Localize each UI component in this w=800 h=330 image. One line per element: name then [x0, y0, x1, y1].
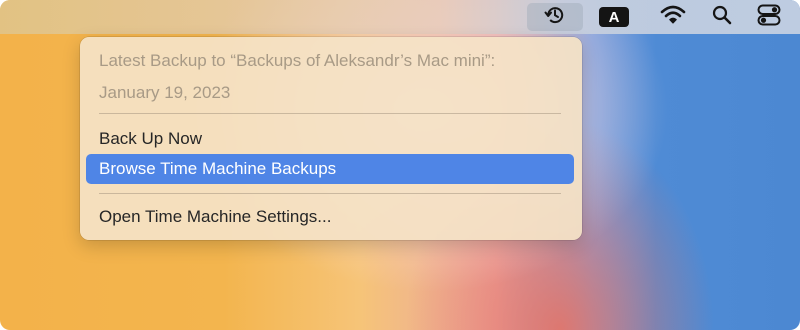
time-machine-menu-extra[interactable]: [527, 3, 583, 31]
spotlight-menu-extra[interactable]: [708, 3, 736, 31]
input-source-menu-extra[interactable]: A: [596, 3, 632, 31]
wifi-menu-extra[interactable]: [658, 3, 688, 31]
latest-backup-date: January 19, 2023: [99, 83, 231, 102]
control-center-icon: [757, 4, 781, 31]
browse-backups-label: Browse Time Machine Backups: [99, 159, 337, 178]
search-icon: [712, 5, 732, 30]
menu-separator: [99, 193, 561, 194]
menu-bar: A: [0, 0, 800, 34]
control-center-menu-extra[interactable]: [754, 3, 784, 31]
menu-separator: [99, 113, 561, 114]
open-settings-menu-item[interactable]: Open Time Machine Settings...: [99, 207, 331, 227]
time-machine-menu: Latest Backup to “Backups of Aleksandr’s…: [80, 37, 582, 240]
input-source-icon: A: [599, 7, 629, 27]
latest-backup-label: Latest Backup to “Backups of Aleksandr’s…: [99, 51, 496, 70]
back-up-now-menu-item[interactable]: Back Up Now: [99, 129, 202, 149]
time-machine-icon: [544, 4, 566, 31]
desktop: A Latest Backup to “Backups of Aleksandr…: [0, 0, 800, 330]
wifi-icon: [660, 5, 686, 30]
browse-backups-menu-item[interactable]: Browse Time Machine Backups: [86, 154, 574, 184]
